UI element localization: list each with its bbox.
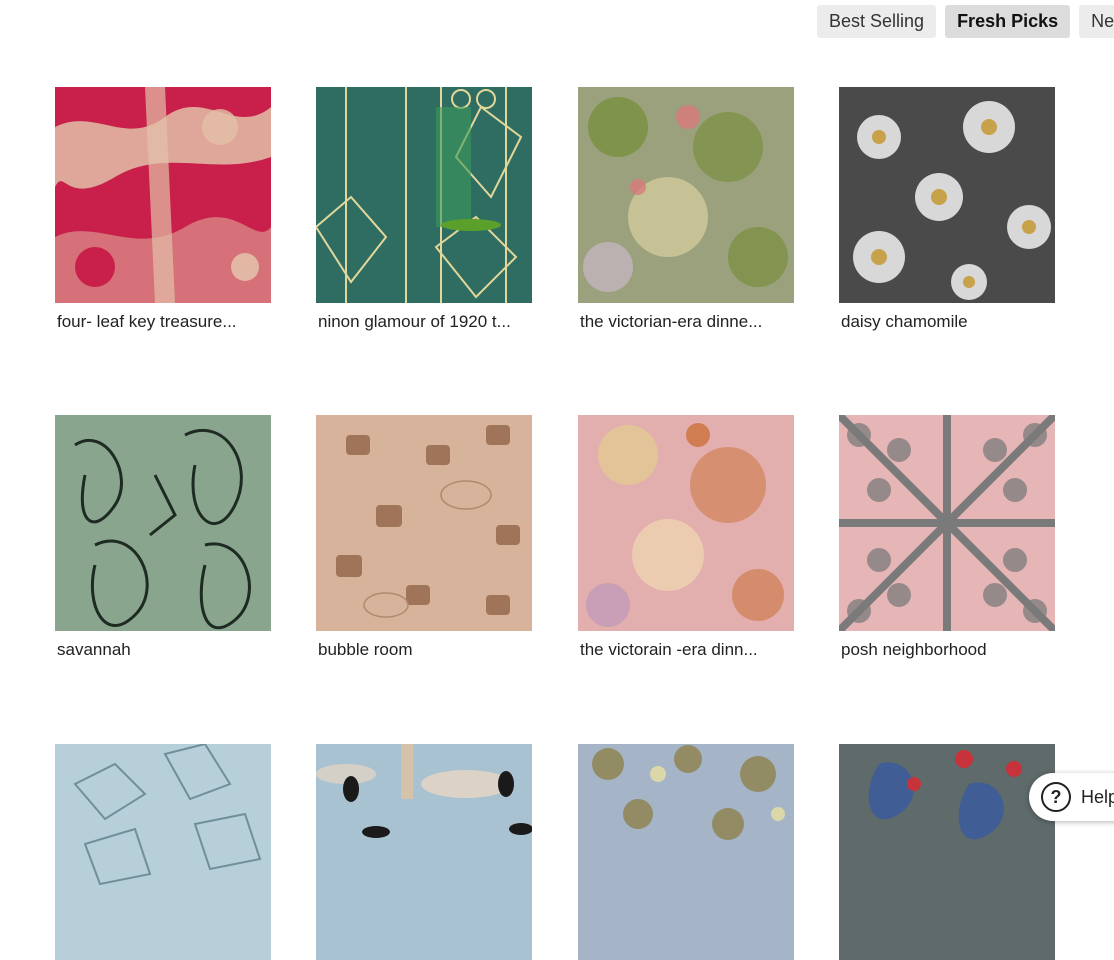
- pattern-savannah: [55, 415, 271, 631]
- product-title[interactable]: four- leaf key treasure...: [57, 312, 271, 332]
- pattern-posh-neighborhood: [839, 415, 1055, 631]
- product-card[interactable]: the victorian-era dinne...: [578, 87, 794, 332]
- product-thumbnail[interactable]: [839, 87, 1055, 303]
- product-thumbnail[interactable]: [316, 415, 532, 631]
- product-thumbnail[interactable]: [839, 415, 1055, 631]
- tab-new[interactable]: New: [1079, 5, 1114, 38]
- pattern-bubble-room: [316, 415, 532, 631]
- pattern-blue-botanical: [839, 744, 1055, 960]
- product-thumbnail[interactable]: [578, 87, 794, 303]
- pattern-four-leaf: [55, 87, 271, 303]
- product-thumbnail[interactable]: [578, 744, 794, 960]
- product-card[interactable]: savannah: [55, 415, 271, 660]
- product-thumbnail[interactable]: [316, 744, 532, 960]
- product-thumbnail[interactable]: [578, 415, 794, 631]
- product-card[interactable]: posh neighborhood: [839, 415, 1055, 660]
- pattern-daisy-chamomile: [839, 87, 1055, 303]
- product-title[interactable]: ninon glamour of 1920 t...: [318, 312, 532, 332]
- product-card[interactable]: [578, 744, 794, 960]
- pattern-floral-blue: [578, 744, 794, 960]
- product-title[interactable]: the victorain -era dinn...: [580, 640, 794, 660]
- product-thumbnail[interactable]: [55, 87, 271, 303]
- product-title[interactable]: posh neighborhood: [841, 640, 1055, 660]
- product-card[interactable]: daisy chamomile: [839, 87, 1055, 332]
- product-thumbnail[interactable]: [55, 744, 271, 960]
- product-title[interactable]: the victorian-era dinne...: [580, 312, 794, 332]
- help-button[interactable]: ? Help: [1029, 773, 1114, 821]
- pattern-victorian-dinner: [578, 87, 794, 303]
- product-title[interactable]: savannah: [57, 640, 271, 660]
- product-thumbnail[interactable]: [316, 87, 532, 303]
- pattern-ninon-glamour: [316, 87, 532, 303]
- product-card[interactable]: the victorain -era dinn...: [578, 415, 794, 660]
- pattern-birds: [316, 744, 532, 960]
- product-title[interactable]: bubble room: [318, 640, 532, 660]
- product-title[interactable]: daisy chamomile: [841, 312, 1055, 332]
- pattern-glass-blocks: [55, 744, 271, 960]
- tab-fresh-picks[interactable]: Fresh Picks: [945, 5, 1071, 38]
- pattern-victorain-dinner: [578, 415, 794, 631]
- product-card[interactable]: ninon glamour of 1920 t...: [316, 87, 532, 332]
- product-card[interactable]: [55, 744, 271, 960]
- product-card[interactable]: four- leaf key treasure...: [55, 87, 271, 332]
- product-card[interactable]: [839, 744, 1055, 960]
- product-thumbnail[interactable]: [839, 744, 1055, 960]
- product-thumbnail[interactable]: [55, 415, 271, 631]
- question-icon: ?: [1041, 782, 1071, 812]
- product-card[interactable]: bubble room: [316, 415, 532, 660]
- sort-tabs: Best Selling Fresh Picks New: [817, 5, 1114, 38]
- tab-best-selling[interactable]: Best Selling: [817, 5, 937, 38]
- product-card[interactable]: [316, 744, 532, 960]
- help-label: Help: [1081, 786, 1114, 807]
